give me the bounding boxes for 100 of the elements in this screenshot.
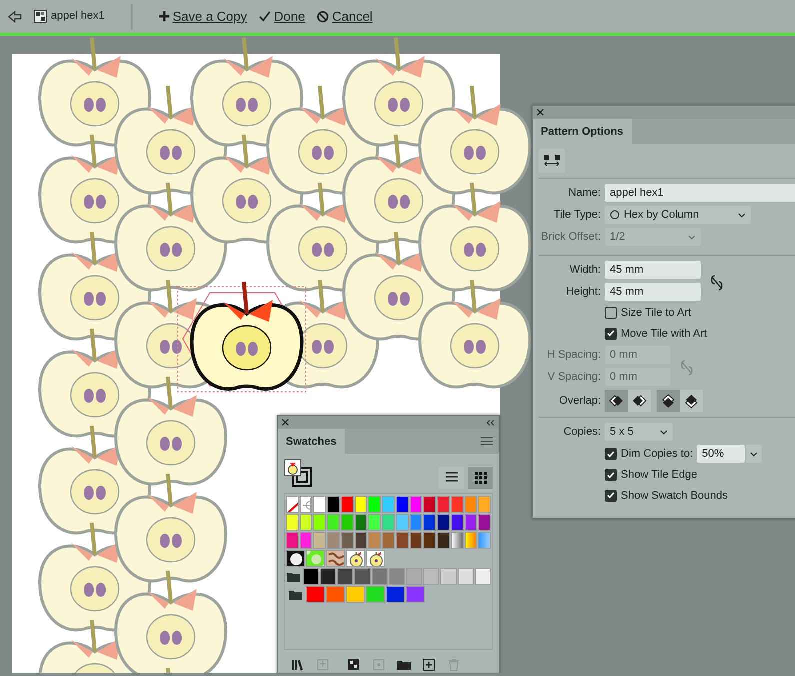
checkbox[interactable] — [605, 307, 617, 320]
overlap-button[interactable] — [605, 390, 628, 412]
color-swatch[interactable] — [300, 532, 312, 549]
dim-copies-field[interactable]: 50% — [697, 445, 746, 463]
color-swatch[interactable] — [368, 532, 382, 549]
tile-tool-button[interactable] — [539, 149, 565, 173]
color-swatch[interactable] — [340, 496, 354, 513]
toolbar-action-button[interactable]: Cancel — [317, 6, 373, 26]
overlap-button[interactable] — [657, 390, 680, 412]
color-swatch[interactable] — [410, 514, 422, 531]
menu-icon[interactable] — [481, 437, 493, 446]
panel-tab[interactable]: Swatches — [278, 429, 345, 454]
checkbox[interactable] — [605, 328, 617, 340]
color-swatch[interactable] — [340, 532, 354, 549]
color-swatch[interactable] — [423, 532, 436, 549]
name-field[interactable]: appel hex1 — [605, 184, 795, 202]
color-swatch[interactable] — [368, 496, 382, 513]
color-swatch[interactable] — [354, 514, 368, 531]
color-swatch[interactable] — [300, 514, 312, 531]
checkbox[interactable] — [605, 469, 617, 482]
color-swatch[interactable] — [337, 568, 354, 585]
fill-stroke-icon[interactable] — [284, 459, 312, 487]
color-swatch[interactable] — [478, 514, 492, 531]
color-swatch[interactable] — [382, 496, 395, 513]
pattern-swatch[interactable] — [366, 550, 385, 567]
grid-view-button[interactable] — [468, 467, 493, 489]
color-swatch[interactable] — [406, 568, 422, 585]
color-swatch[interactable] — [313, 496, 326, 513]
color-swatch[interactable] — [386, 586, 405, 603]
panel-tab[interactable]: Pattern Options — [533, 119, 632, 144]
registration-swatch[interactable] — [300, 496, 312, 513]
checkbox[interactable] — [605, 490, 617, 502]
checkbox-row[interactable]: Dim Copies to: — [605, 446, 694, 462]
pattern-swatch[interactable] — [326, 550, 345, 567]
close-icon[interactable] — [282, 419, 289, 426]
folder-icon[interactable] — [286, 590, 305, 600]
folder-icon[interactable] — [286, 572, 302, 582]
gradient-swatch[interactable] — [450, 532, 464, 549]
color-swatch[interactable] — [396, 496, 409, 513]
color-swatch[interactable] — [320, 568, 336, 585]
color-swatch[interactable] — [396, 514, 409, 531]
color-swatch[interactable] — [410, 496, 422, 513]
color-swatch[interactable] — [302, 568, 320, 585]
unlink-icon[interactable] — [711, 275, 723, 291]
color-swatch[interactable] — [382, 532, 395, 549]
color-swatch[interactable] — [286, 514, 299, 531]
color-swatch[interactable] — [354, 568, 371, 585]
tile-type-dropdown[interactable]: Hex by Column — [605, 206, 751, 224]
color-swatch[interactable] — [368, 514, 382, 531]
color-swatch[interactable] — [458, 568, 474, 585]
color-swatch[interactable] — [326, 586, 345, 603]
color-swatch[interactable] — [382, 514, 395, 531]
width-field[interactable]: 45 mm — [605, 261, 701, 279]
checkbox-row[interactable]: Move Tile with Art — [605, 326, 708, 342]
color-swatch[interactable] — [410, 532, 422, 549]
color-swatch[interactable] — [366, 586, 385, 603]
color-swatch[interactable] — [437, 532, 450, 549]
pattern-swatch[interactable] — [306, 550, 325, 567]
color-swatch[interactable] — [313, 514, 326, 531]
selected-apple-drawing[interactable] — [190, 282, 304, 391]
color-swatch[interactable] — [450, 514, 464, 531]
color-swatch[interactable] — [406, 586, 425, 603]
color-swatch[interactable] — [286, 532, 299, 549]
color-swatch[interactable] — [396, 532, 409, 549]
close-icon[interactable] — [537, 109, 544, 116]
color-swatch[interactable] — [354, 496, 368, 513]
color-swatch[interactable] — [437, 514, 450, 531]
checkbox-row[interactable]: Show Swatch Bounds — [605, 488, 728, 504]
color-swatch[interactable] — [437, 496, 450, 513]
color-swatch[interactable] — [464, 514, 478, 531]
dim-copies-dropdown-button[interactable] — [746, 445, 762, 463]
checkbox-row[interactable]: Show Tile Edge — [605, 467, 698, 484]
color-swatch[interactable] — [346, 586, 365, 603]
color-swatch[interactable] — [327, 532, 340, 549]
toolbar-action-button[interactable]: Save a Copy — [158, 6, 248, 26]
gradient-swatch[interactable] — [464, 532, 478, 549]
gradient-swatch[interactable] — [478, 532, 492, 549]
color-swatch[interactable] — [474, 568, 491, 585]
checkbox[interactable] — [605, 448, 617, 460]
list-view-button[interactable] — [439, 467, 464, 489]
height-field[interactable]: 45 mm — [605, 283, 701, 301]
none-swatch[interactable] — [286, 496, 299, 513]
overlap-button[interactable] — [680, 390, 703, 412]
color-swatch[interactable] — [423, 496, 436, 513]
color-swatch[interactable] — [388, 568, 405, 585]
copies-dropdown[interactable]: 5 x 5 — [605, 423, 673, 441]
pattern-swatch[interactable] — [346, 550, 365, 567]
color-swatch[interactable] — [306, 586, 325, 603]
color-swatch[interactable] — [372, 568, 388, 585]
overlap-button[interactable] — [628, 390, 651, 412]
color-swatch[interactable] — [327, 514, 340, 531]
color-swatch[interactable] — [340, 514, 354, 531]
color-swatch[interactable] — [423, 568, 440, 585]
color-swatch[interactable] — [313, 532, 326, 549]
color-swatch[interactable] — [423, 514, 436, 531]
toolbar-action-button[interactable]: Done — [259, 6, 306, 26]
color-swatch[interactable] — [440, 568, 457, 585]
color-swatch[interactable] — [464, 496, 478, 513]
back-arrow-icon[interactable] — [8, 10, 22, 22]
checkbox-row[interactable]: Size Tile to Art — [605, 305, 692, 322]
